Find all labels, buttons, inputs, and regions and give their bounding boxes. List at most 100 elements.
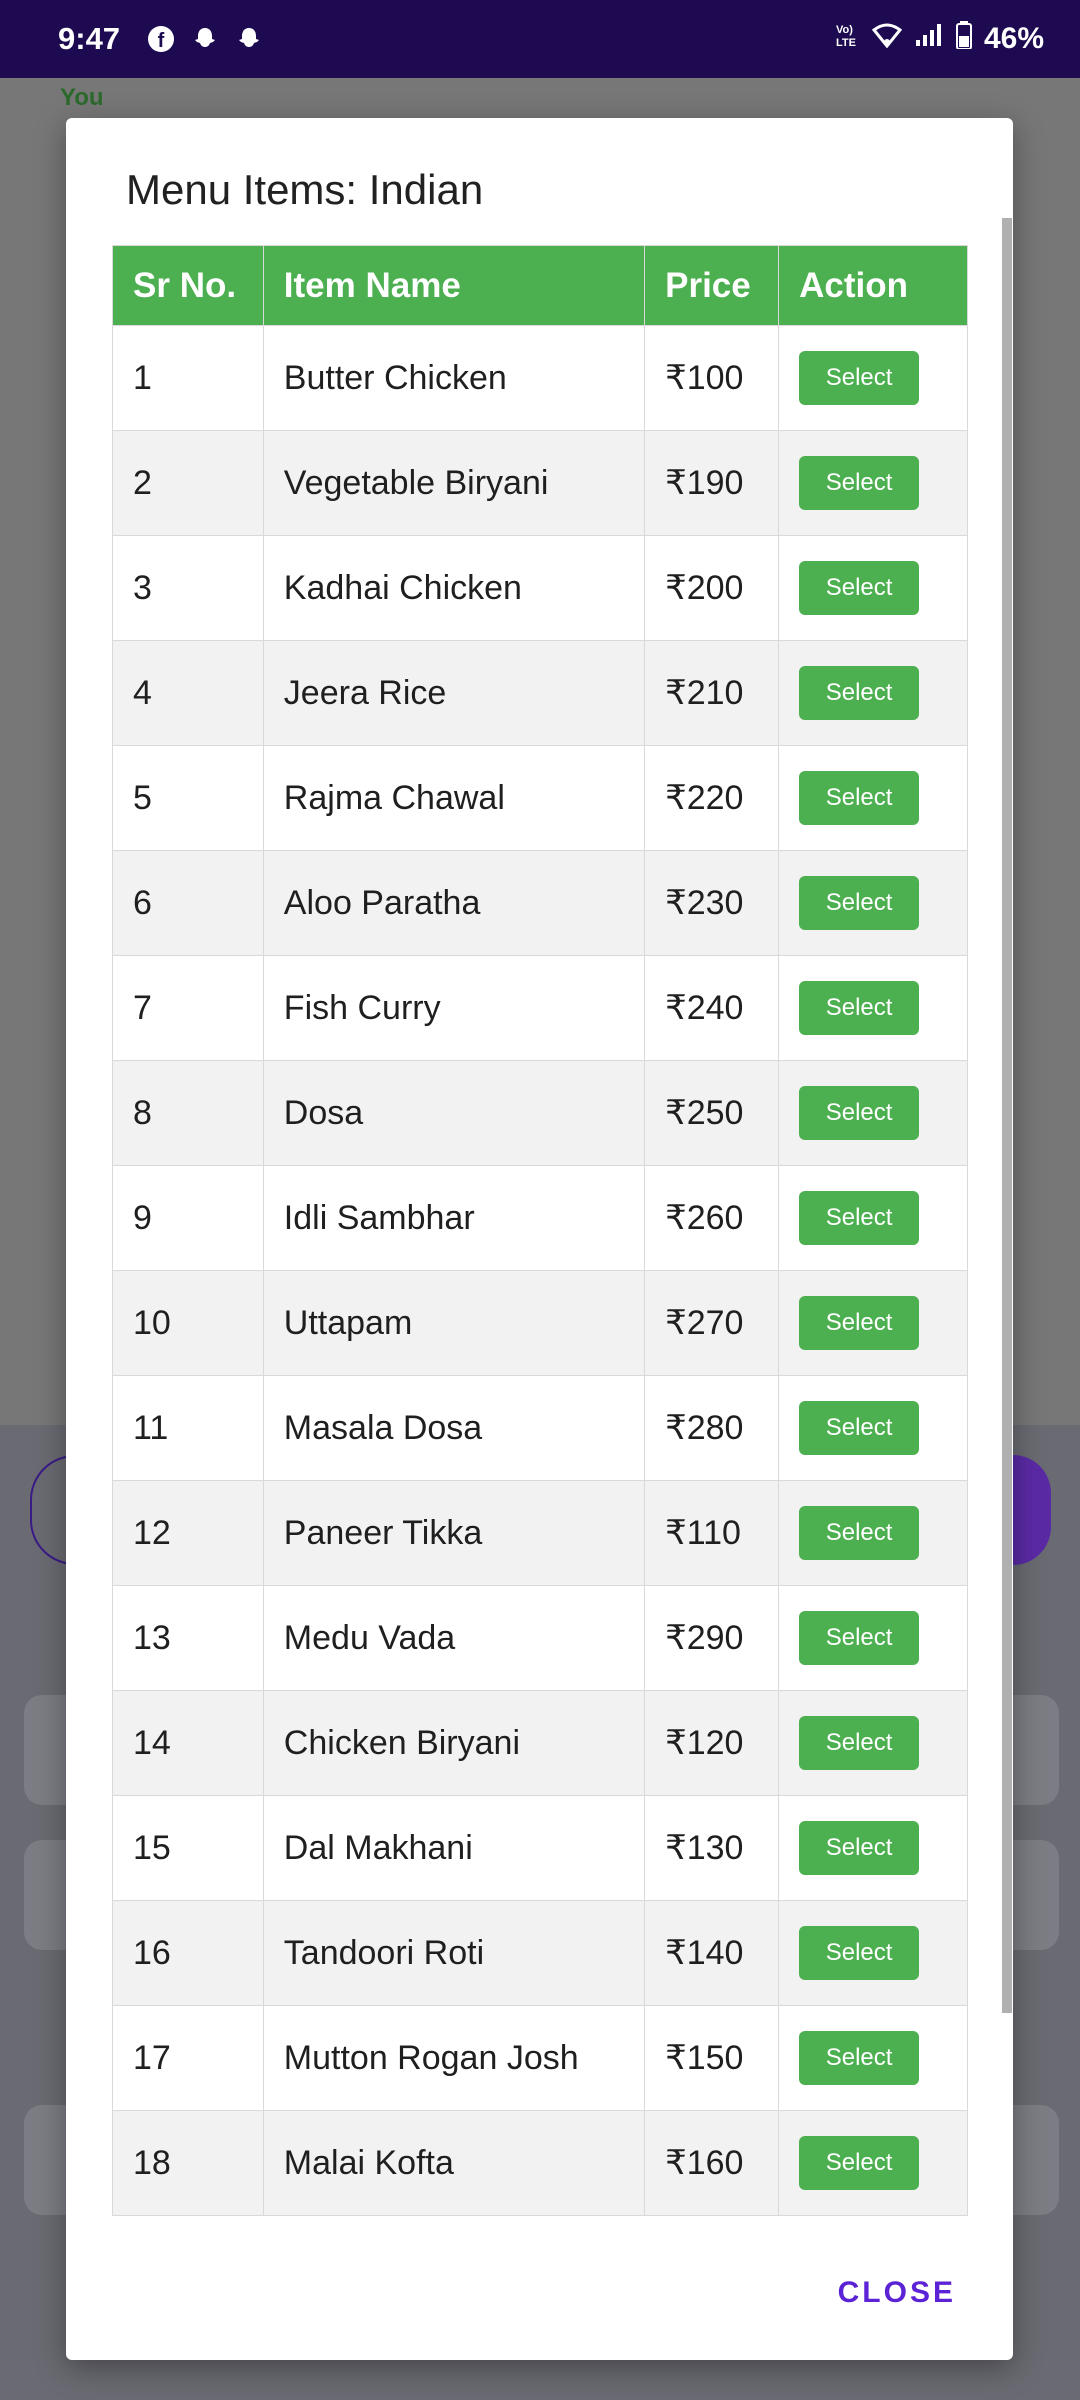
item-name-cell: Uttapam <box>262 1270 646 1376</box>
action-cell: Select <box>778 325 968 431</box>
price-cell: ₹130 <box>644 1795 780 1901</box>
table-row: 6 Aloo Paratha ₹230 Select <box>112 850 968 956</box>
price-cell: ₹270 <box>644 1270 780 1376</box>
price-cell: ₹110 <box>644 1480 780 1586</box>
close-button[interactable]: CLOSE <box>838 2276 956 2310</box>
price-cell: ₹230 <box>644 850 780 956</box>
sr-cell: 11 <box>112 1375 264 1481</box>
menu-dialog: Menu Items: Indian Sr No. Item Name Pric… <box>66 118 1013 2360</box>
background-you-label: You <box>60 84 104 111</box>
price-cell: ₹160 <box>644 2110 780 2216</box>
action-cell: Select <box>778 1585 968 1691</box>
table-row: 5 Rajma Chawal ₹220 Select <box>112 745 968 851</box>
action-cell: Select <box>778 640 968 746</box>
select-button[interactable]: Select <box>799 1296 920 1350</box>
price-cell: ₹210 <box>644 640 780 746</box>
item-name-cell: Aloo Paratha <box>262 850 646 956</box>
sr-cell: 5 <box>112 745 264 851</box>
action-cell: Select <box>778 1375 968 1481</box>
select-button[interactable]: Select <box>799 1191 920 1245</box>
table-row: 13 Medu Vada ₹290 Select <box>112 1585 968 1691</box>
svg-text:f: f <box>158 30 165 52</box>
table-row: 10 Uttapam ₹270 Select <box>112 1270 968 1376</box>
status-bar: 9:47 f Vo) LTE 46% <box>0 0 1080 78</box>
select-button[interactable]: Select <box>799 981 920 1035</box>
action-cell: Select <box>778 1900 968 2006</box>
battery-icon <box>955 21 972 57</box>
sr-cell: 12 <box>112 1480 264 1586</box>
item-name-cell: Kadhai Chicken <box>262 535 646 641</box>
sr-cell: 4 <box>112 640 264 746</box>
select-button[interactable]: Select <box>799 876 920 930</box>
price-cell: ₹240 <box>644 955 780 1061</box>
table-row: 11 Masala Dosa ₹280 Select <box>112 1375 968 1481</box>
table-row: 16 Tandoori Roti ₹140 Select <box>112 1900 968 2006</box>
select-button[interactable]: Select <box>799 2031 920 2085</box>
snapchat-icon <box>190 24 220 54</box>
select-button[interactable]: Select <box>799 1716 920 1770</box>
select-button[interactable]: Select <box>799 456 920 510</box>
battery-percent: 46% <box>983 22 1044 55</box>
sr-cell: 17 <box>112 2005 264 2111</box>
dialog-scrollbar-thumb[interactable] <box>1002 218 1012 2013</box>
price-cell: ₹200 <box>644 535 780 641</box>
sr-cell: 9 <box>112 1165 264 1271</box>
menu-table: Sr No. Item Name Price Action 1 Butter Ch… <box>112 245 968 2216</box>
select-button[interactable]: Select <box>799 1506 920 1560</box>
sr-cell: 18 <box>112 2110 264 2216</box>
sr-cell: 10 <box>112 1270 264 1376</box>
item-name-cell: Malai Kofta <box>262 2110 646 2216</box>
volte-icon: Vo) LTE <box>836 22 860 56</box>
select-button[interactable]: Select <box>799 561 920 615</box>
action-cell: Select <box>778 1165 968 1271</box>
select-button[interactable]: Select <box>799 2136 920 2190</box>
item-name-cell: Rajma Chawal <box>262 745 646 851</box>
column-header-sr-no: Sr No. <box>112 245 264 326</box>
status-time: 9:47 <box>58 21 121 56</box>
select-button[interactable]: Select <box>799 1926 920 1980</box>
sr-cell: 16 <box>112 1900 264 2006</box>
price-cell: ₹220 <box>644 745 780 851</box>
select-button[interactable]: Select <box>799 666 920 720</box>
action-cell: Select <box>778 535 968 641</box>
price-cell: ₹150 <box>644 2005 780 2111</box>
action-cell: Select <box>778 955 968 1061</box>
sr-cell: 15 <box>112 1795 264 1901</box>
table-row: 17 Mutton Rogan Josh ₹150 Select <box>112 2005 968 2111</box>
sr-cell: 14 <box>112 1690 264 1796</box>
table-row: 12 Paneer Tikka ₹110 Select <box>112 1480 968 1586</box>
sr-cell: 2 <box>112 430 264 536</box>
select-button[interactable]: Select <box>799 771 920 825</box>
action-cell: Select <box>778 430 968 536</box>
select-button[interactable]: Select <box>799 1086 920 1140</box>
action-cell: Select <box>778 2005 968 2111</box>
action-cell: Select <box>778 850 968 956</box>
sr-cell: 3 <box>112 535 264 641</box>
table-row: 15 Dal Makhani ₹130 Select <box>112 1795 968 1901</box>
select-button[interactable]: Select <box>799 1821 920 1875</box>
price-cell: ₹250 <box>644 1060 780 1166</box>
table-row: 4 Jeera Rice ₹210 Select <box>112 640 968 746</box>
sr-cell: 8 <box>112 1060 264 1166</box>
item-name-cell: Tandoori Roti <box>262 1900 646 2006</box>
select-button[interactable]: Select <box>799 1611 920 1665</box>
action-cell: Select <box>778 2110 968 2216</box>
action-cell: Select <box>778 1060 968 1166</box>
svg-text:LTE: LTE <box>836 37 856 48</box>
select-button[interactable]: Select <box>799 351 920 405</box>
status-right: Vo) LTE 46% <box>836 21 1044 57</box>
snapchat-icon <box>234 24 264 54</box>
action-cell: Select <box>778 745 968 851</box>
item-name-cell: Dal Makhani <box>262 1795 646 1901</box>
sr-cell: 7 <box>112 955 264 1061</box>
action-cell: Select <box>778 1480 968 1586</box>
item-name-cell: Fish Curry <box>262 955 646 1061</box>
select-button[interactable]: Select <box>799 1401 920 1455</box>
table-row: 3 Kadhai Chicken ₹200 Select <box>112 535 968 641</box>
table-row: 7 Fish Curry ₹240 Select <box>112 955 968 1061</box>
table-row: 1 Butter Chicken ₹100 Select <box>112 325 968 431</box>
item-name-cell: Paneer Tikka <box>262 1480 646 1586</box>
table-row: 14 Chicken Biryani ₹120 Select <box>112 1690 968 1796</box>
item-name-cell: Mutton Rogan Josh <box>262 2005 646 2111</box>
signal-icon <box>914 22 944 56</box>
